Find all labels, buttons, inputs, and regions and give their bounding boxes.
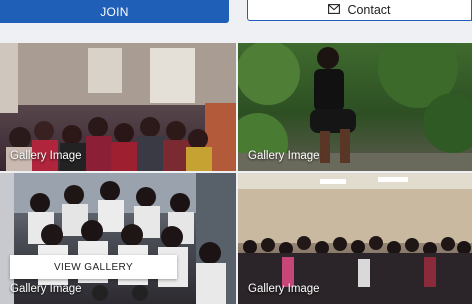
join-button[interactable]: JOIN: [0, 0, 229, 23]
contact-button-label: Contact: [347, 3, 391, 17]
gallery-image-caption: Gallery Image: [248, 150, 320, 162]
top-action-bar: JOIN Contact: [0, 0, 472, 40]
gallery-image-3[interactable]: Gallery Image: [0, 173, 236, 304]
contact-button[interactable]: Contact: [247, 0, 472, 21]
envelope-icon: [328, 3, 341, 17]
gallery-image-1[interactable]: Gallery Image: [0, 43, 236, 171]
gallery-image-2[interactable]: Gallery Image: [238, 43, 472, 171]
gallery-image-caption: Gallery Image: [10, 150, 82, 162]
gallery-image-caption: Gallery Image: [10, 283, 82, 295]
view-gallery-button[interactable]: VIEW GALLERY: [10, 255, 177, 279]
gallery-image-4[interactable]: Gallery Image: [238, 173, 472, 304]
gallery-image-caption: Gallery Image: [248, 283, 320, 295]
